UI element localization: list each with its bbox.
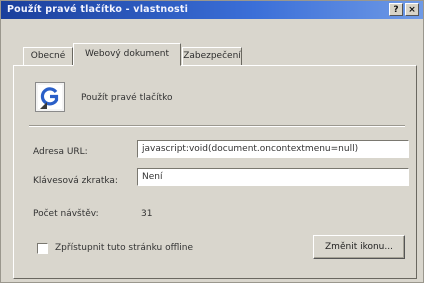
item-name: Použít pravé tlačítko [81,93,173,103]
tab-web-document[interactable]: Webový dokument [73,43,181,66]
offline-label[interactable]: Zpřístupnit tuto stránku offline [55,243,193,253]
offline-checkbox[interactable] [37,243,48,254]
help-button[interactable]: ? [389,3,403,16]
tab-security[interactable]: Zabezpečení [182,47,242,65]
tab-general[interactable]: Obecné [23,47,73,65]
shortcut-field[interactable]: Není [137,168,409,186]
divider [29,125,405,127]
properties-dialog: Použít pravé tlačítko - vlastnosti ? × O… [0,0,424,283]
url-field[interactable]: javascript:void(document.oncontextmenu=n… [137,140,409,158]
visits-value: 31 [141,209,153,219]
close-button[interactable]: × [405,3,419,16]
url-label: Adresa URL: [33,147,88,157]
visits-label: Počet návštěv: [33,209,99,219]
change-icon-button[interactable]: Změnit ikonu... [313,235,405,259]
window-title: Použít pravé tlačítko - vlastnosti [7,4,189,15]
internet-shortcut-icon [35,82,65,112]
title-bar[interactable]: Použít pravé tlačítko - vlastnosti ? × [1,1,423,19]
shortcut-label: Klávesová zkratka: [33,176,118,186]
